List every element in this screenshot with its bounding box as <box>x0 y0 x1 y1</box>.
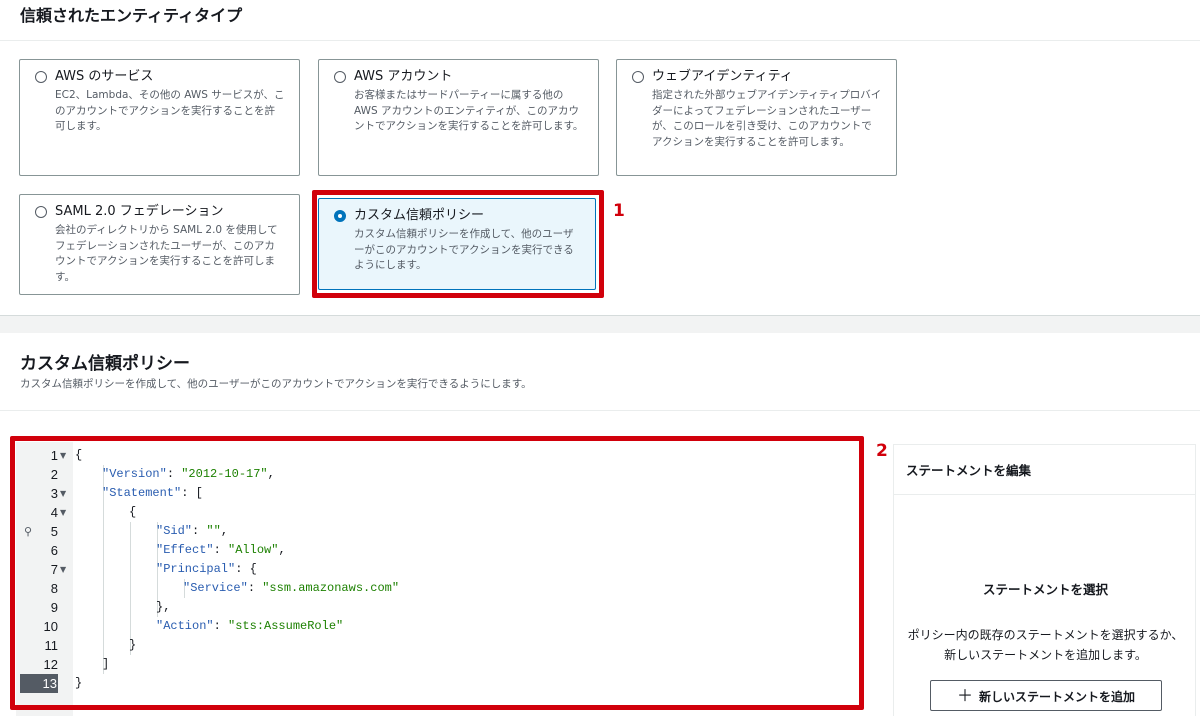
section-title: 信頼されたエンティティタイプ <box>20 6 243 25</box>
add-statement-label: 新しいステートメントを追加 <box>979 690 1136 704</box>
tile-saml-federation[interactable]: SAML 2.0 フェデレーション 会社のディレクトリから SAML 2.0 を… <box>19 194 300 295</box>
tile-aws-account[interactable]: AWS アカウント お客様またはサードパーティーに属する他の AWS アカウント… <box>318 59 599 176</box>
tile-title: AWS アカウント <box>354 69 453 84</box>
radio-aws-account[interactable] <box>334 71 346 83</box>
divider <box>0 40 1200 41</box>
tile-title: SAML 2.0 フェデレーション <box>55 204 224 219</box>
tile-aws-service[interactable]: AWS のサービス EC2、Lambda、その他の AWS サービスが、このアカ… <box>19 59 300 176</box>
policy-title: カスタム信頼ポリシー <box>20 354 190 374</box>
highlight-box-2 <box>10 436 864 710</box>
policy-description: カスタム信頼ポリシーを作成して、他のユーザーがこのアカウントでアクションを実行で… <box>20 378 532 390</box>
add-new-statement-button[interactable]: ＋ 新しいステートメントを追加 <box>930 680 1162 711</box>
panel-heading: ステートメントを編集 <box>894 445 1195 495</box>
tile-desc: EC2、Lambda、その他の AWS サービスが、このアカウントでアクションを… <box>55 89 285 132</box>
custom-policy-header: カスタム信頼ポリシー カスタム信頼ポリシーを作成して、他のユーザーがこのアカウン… <box>0 333 1200 411</box>
plus-icon: ＋ <box>956 686 973 705</box>
trusted-entity-section: 信頼されたエンティティタイプ AWS のサービス EC2、Lambda、その他の… <box>0 0 1200 315</box>
tile-web-identity[interactable]: ウェブアイデンティティ 指定された外部ウェブアイデンティティプロバイダーによって… <box>616 59 897 176</box>
empty-state-title: ステートメントを選択 <box>982 582 1108 597</box>
tile-desc: 会社のディレクトリから SAML 2.0 を使用してフェデレーションされたユーザ… <box>55 224 278 283</box>
section-separator <box>0 315 1200 333</box>
tile-title: AWS のサービス <box>55 69 154 84</box>
callout-2: 2 <box>876 441 888 461</box>
tile-desc: 指定された外部ウェブアイデンティティプロバイダーによってフェデレーションされたユ… <box>652 89 882 148</box>
highlight-box-1 <box>312 190 604 298</box>
tile-title: ウェブアイデンティティ <box>652 69 793 84</box>
callout-1: 1 <box>613 201 625 221</box>
radio-saml-federation[interactable] <box>35 206 47 218</box>
empty-state-description: ポリシー内の既存のステートメントを選択するか、新しいステートメントを追加します。 <box>907 628 1184 662</box>
radio-web-identity[interactable] <box>632 71 644 83</box>
statement-editor-panel: ステートメントを編集 ステートメントを選択 ポリシー内の既存のステートメントを選… <box>893 444 1196 716</box>
radio-aws-service[interactable] <box>35 71 47 83</box>
tile-desc: お客様またはサードパーティーに属する他の AWS アカウントのエンティティが、こ… <box>354 89 584 132</box>
